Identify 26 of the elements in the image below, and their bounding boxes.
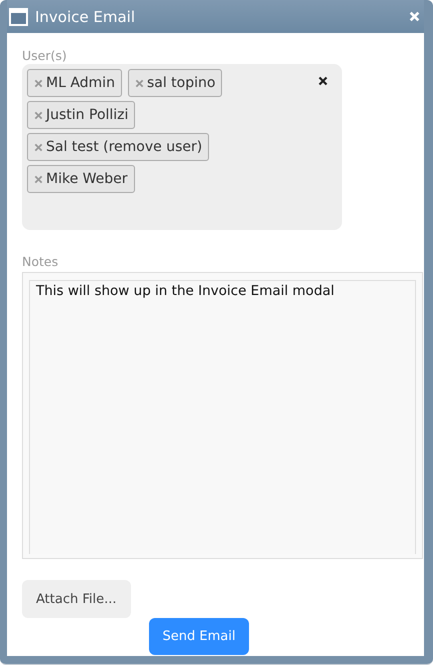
close-icon [409,11,420,22]
tag-text: Mike Weber [46,171,128,187]
remove-button[interactable] [134,78,144,88]
remove-button[interactable] [34,142,43,152]
close-button[interactable] [409,11,420,22]
tag-text: Justin Pollizi [46,107,128,123]
users-label: User(s) [22,47,68,64]
users-field[interactable]: ML Admin sal topino Justin Pollizi Sal test (remove user) Mike Weber [22,64,342,230]
remove-icon [34,110,43,120]
tag-text: sal topino [146,75,216,91]
notes-label: Notes [22,253,60,270]
remove-button[interactable] [34,174,43,184]
tag-text: Sal test (remove user) [46,139,202,155]
remove-button[interactable] [34,78,43,88]
clear-button[interactable] [318,76,330,88]
remove-icon [134,78,144,88]
window-title: Invoice Email [35,8,136,26]
tag-text: ML Admin [46,75,115,91]
attach-button[interactable]: Attach File... [22,580,130,618]
window-icon [9,8,28,26]
remove-icon [34,174,43,184]
notes-field[interactable]: This will show up in the Invoice Email modal [29,280,416,554]
remove-icon [34,142,43,152]
remove-button[interactable] [34,110,43,120]
remove-icon [34,78,43,88]
clear-icon [318,76,328,86]
